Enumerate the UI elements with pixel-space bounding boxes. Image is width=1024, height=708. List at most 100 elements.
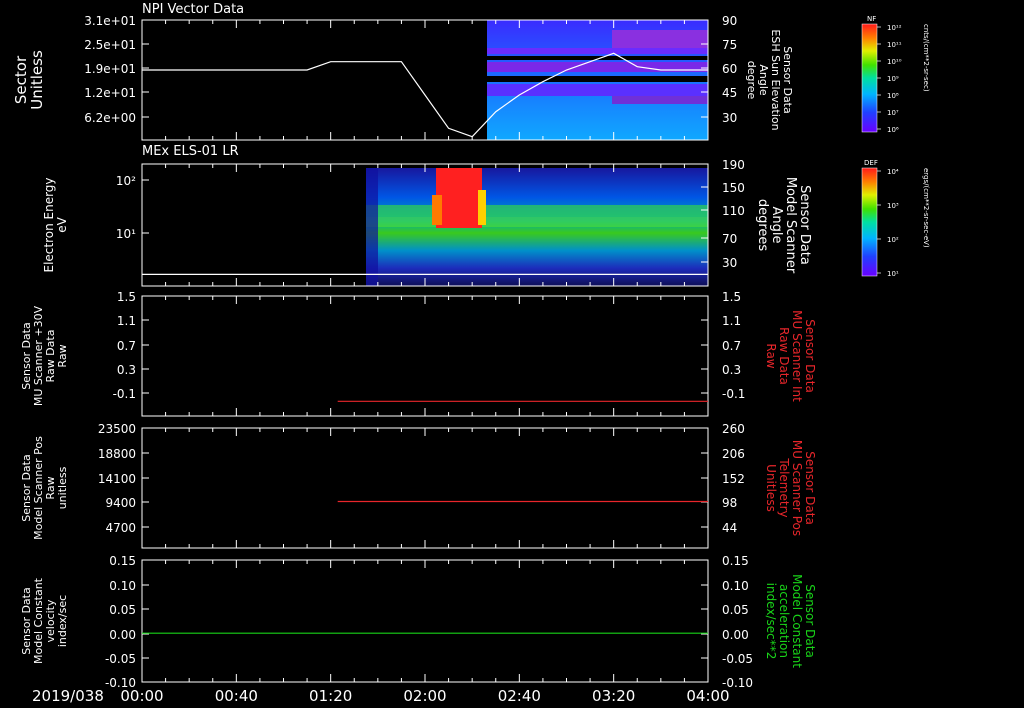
- panel-3-right-tick-label: 44: [722, 521, 737, 535]
- panel-frame-4: [141, 559, 709, 683]
- panel-4-left-tick-label: 0.00: [109, 628, 136, 642]
- panel-0-left-tick-label: 1.9e+01: [84, 62, 136, 76]
- colorbar-tick-label: 10³: [887, 202, 899, 210]
- panel-1-right-label: Sensor Data: [797, 185, 812, 265]
- panel-2-right-tick-label: 0.7: [722, 339, 741, 353]
- panel-2-right-tick-label: -0.1: [722, 387, 745, 401]
- panel-2-left-tick-label: 1.5: [117, 290, 136, 304]
- panel-4-right-label: Model Constant: [790, 574, 804, 668]
- panel-4-right-tick-label: 0.15: [722, 554, 749, 568]
- panel-0-right-tick-label: 90: [722, 14, 737, 28]
- panel-3-left-tick-label: 9400: [105, 496, 136, 510]
- panel-2-right-label: Raw Data: [777, 327, 791, 385]
- panel-1-right-tick-label: 30: [722, 256, 737, 270]
- time-tick-label: 00:40: [215, 687, 258, 705]
- panel-1-right-label: degrees: [755, 199, 770, 252]
- els-onset-edge: [366, 168, 378, 286]
- panel-2-left-tick-label: -0.1: [113, 387, 136, 401]
- panel-0-left-tick-label: 6.2e+00: [84, 111, 136, 125]
- panel-1-right-label: Model Scanner: [783, 177, 798, 274]
- panel-2-left-tick-label: 0.3: [117, 363, 136, 377]
- panel-1-right-tick-label: 70: [722, 232, 737, 246]
- panel-3-right-tick-label: 98: [722, 496, 737, 510]
- colorbar-tick-label: 10¹¹: [887, 41, 902, 49]
- els-band-green-lower: [366, 217, 708, 227]
- panel-title-npi: NPI Vector Data: [142, 2, 244, 17]
- panel-4-right-tick-label: 0.10: [722, 579, 749, 593]
- panel-3-left-tick-label: 23500: [98, 422, 136, 436]
- panel-2-right-label: MU Scanner Int: [790, 310, 804, 402]
- colorbar-tick-label: 10⁸: [887, 92, 899, 100]
- panel-0-right-tick-label: 75: [722, 38, 737, 52]
- panel-4-right-tick-label: -0.05: [722, 652, 753, 666]
- colorbar-els: DEF 10⁴ 10³ 10² 10¹ ergs/(cm**2-sr-sec-eV): [861, 159, 930, 278]
- npi-band-top-magenta: [612, 30, 708, 48]
- panel-3-right-label: Telemetry: [777, 457, 791, 517]
- panel-0-left-tick-label: 2.5e+01: [84, 38, 136, 52]
- panel-0-left-tick-label: 3.1e+01: [84, 14, 136, 28]
- colorbar-els-title: DEF: [864, 159, 878, 167]
- panel-1-left-tick-label: 10²: [116, 174, 136, 188]
- panel-1-left-tick-label: 10¹: [116, 227, 136, 241]
- colorbar-tick-label: 10⁴: [887, 168, 899, 176]
- time-tick-label: 02:40: [498, 687, 541, 705]
- panel-3-right-label: MU Scanner Pos: [790, 440, 804, 536]
- panel-4-right-tick-label: 0.05: [722, 603, 749, 617]
- panel-4-right-tick-label: 0.00: [722, 628, 749, 642]
- panel-3-right-tick-label: 206: [722, 447, 745, 461]
- panel-2-right-label: Sensor Data: [803, 319, 817, 393]
- panel-2-right-tick-label: 1.1: [722, 314, 741, 328]
- els-band-green-upper: [366, 205, 708, 217]
- panel-1-left-label: Electron Energy: [42, 177, 56, 272]
- colorbar-tick-label: 10¹⁰: [887, 58, 902, 66]
- panel-3-right-tick-label: 260: [722, 422, 745, 436]
- npi-band-purple-upper: [487, 48, 708, 54]
- time-tick-label: 01:20: [309, 687, 352, 705]
- colorbar-els-unit: ergs/(cm**2-sr-sec-eV): [922, 168, 930, 248]
- npi-band-purple-lower: [612, 96, 708, 104]
- panel-3-right-label: Unitless: [764, 464, 778, 512]
- panel-3-left-tick-label: 18800: [98, 447, 136, 461]
- colorbar-tick-label: 10⁶: [887, 126, 899, 134]
- panel-0-left-label: Unitless: [28, 50, 46, 110]
- panel-4-left-label: index/sec: [56, 595, 69, 647]
- colorbar-tick-label: 10²: [887, 236, 899, 244]
- colorbar-npi-title: NF: [867, 15, 876, 23]
- panel-0-right-tick-label: 60: [722, 62, 737, 76]
- panel-0-right-tick-label: 45: [722, 86, 737, 100]
- colorbar-tick-label: 10¹²: [887, 24, 902, 32]
- panel-title-els: MEx ELS-01 LR: [142, 144, 239, 159]
- colorbar-tick-label: 10¹: [887, 270, 899, 278]
- panel-0-right-label: degree: [745, 61, 758, 100]
- panel-2-right-tick-label: 0.3: [722, 363, 741, 377]
- colorbar-npi-unit: cnts/(cm**2-sr-sec): [922, 24, 930, 92]
- time-tick-label: 03:20: [592, 687, 635, 705]
- time-tick-label: 04:00: [686, 687, 729, 705]
- panel-frame-3: [141, 427, 709, 549]
- colorbar-npi: NF 10¹² 10¹¹ 10¹⁰ 10⁹ 10⁸ 10⁷ 10⁶ cnts/(cm**2-…: [861, 15, 930, 134]
- panel-2-left-tick-label: 1.1: [117, 314, 136, 328]
- panel-1-right-label: Angle: [769, 207, 784, 244]
- panel-2-right-label: Raw: [764, 343, 778, 368]
- npi-band-black-gap-2: [487, 76, 708, 82]
- time-tick-label: 02:00: [403, 687, 446, 705]
- panel-frame-2: [141, 295, 709, 417]
- els-spectrogram: [366, 168, 708, 286]
- panel-0-right-tick-label: 30: [722, 111, 737, 125]
- panel-4-left-tick-label: 0.05: [109, 603, 136, 617]
- panel-1-right-tick-label: 110: [722, 204, 745, 218]
- panel-3-right-label: Sensor Data: [803, 451, 817, 525]
- els-burst-orange: [432, 195, 442, 225]
- panel-2-left-tick-label: 0.7: [117, 339, 136, 353]
- els-burst-yellow: [478, 190, 486, 225]
- panel-4-right-label: Sensor Data: [803, 584, 817, 658]
- panel-4-right-label: index/sec**2: [764, 583, 778, 660]
- panel-4-right-label: acceleration: [777, 584, 791, 658]
- panel-3-right-tick-label: 152: [722, 472, 745, 486]
- time-tick-label: 00:00: [120, 687, 163, 705]
- panel-1-right-tick-label: 190: [722, 158, 745, 172]
- els-burst-red: [436, 168, 482, 228]
- panel-2-right-tick-label: 1.5: [722, 290, 741, 304]
- colorbar-els-gradient: [861, 167, 878, 277]
- panel-4-left-tick-label: -0.05: [105, 652, 136, 666]
